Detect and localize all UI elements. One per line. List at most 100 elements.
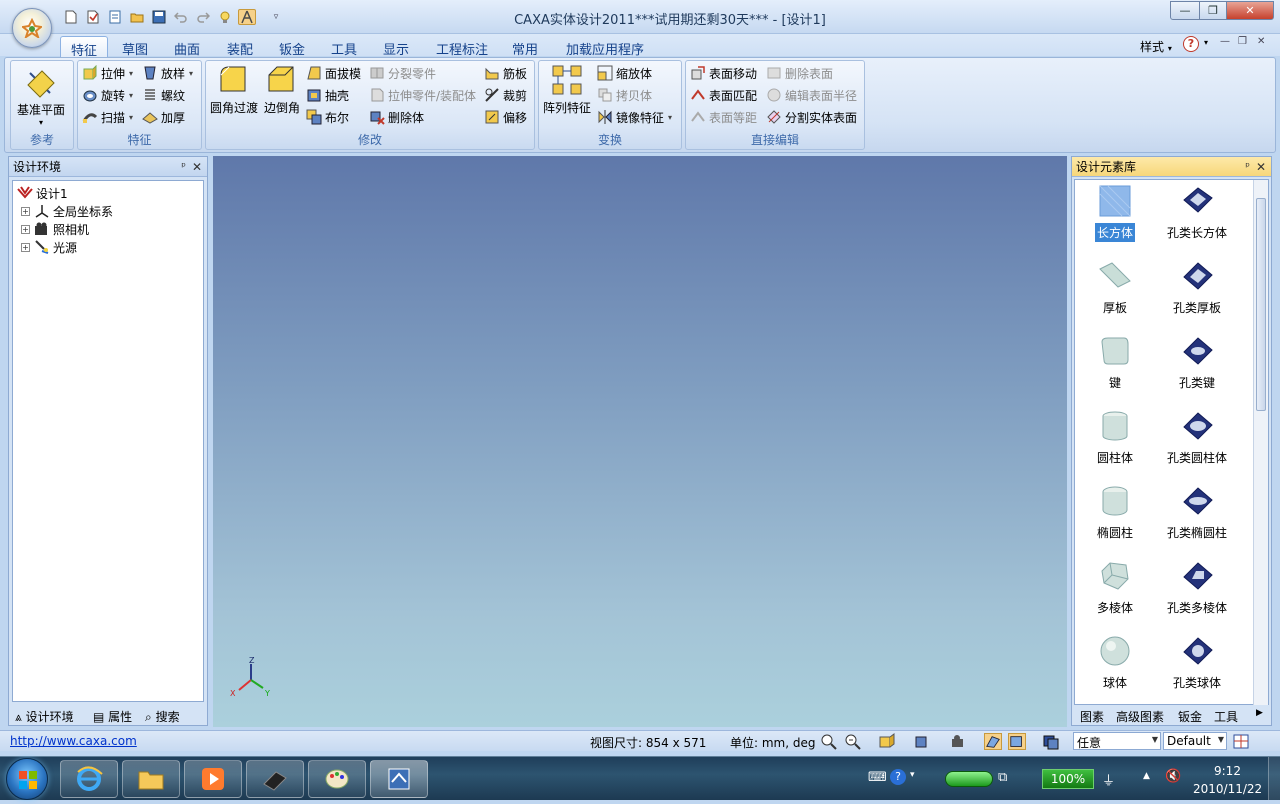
tab-search[interactable]: ⌕ 搜索 — [145, 708, 180, 725]
element-key[interactable]: 键 — [1075, 334, 1155, 392]
display-mode-icon[interactable] — [1008, 733, 1026, 750]
element-hole-cuboid[interactable]: 孔类长方体 — [1147, 184, 1247, 242]
element-hole-key[interactable]: 孔类键 — [1147, 334, 1247, 392]
design-environment-icon[interactable] — [238, 9, 256, 25]
pattern-feature-button[interactable]: 阵列特征 — [543, 63, 591, 116]
fillet-button[interactable]: 圆角过渡 — [210, 63, 258, 116]
base-plane-button[interactable]: 基准平面 ▾ — [17, 65, 65, 127]
undo-icon[interactable] — [172, 9, 190, 25]
website-link[interactable]: http://www.caxa.com — [10, 734, 137, 748]
copy-body-button[interactable]: 拷贝体 — [597, 85, 652, 105]
revolve-button[interactable]: 旋转 ▾ — [82, 85, 133, 105]
style-select[interactable]: Default ▼ — [1163, 732, 1227, 750]
clock-date[interactable]: 2010/11/22 — [1193, 782, 1262, 796]
start-button[interactable] — [6, 758, 48, 800]
split-part-button[interactable]: 分裂零件 — [369, 63, 436, 83]
network-share-icon[interactable]: ⧉ — [998, 770, 1007, 785]
view-orientation-icon[interactable] — [878, 733, 896, 750]
taskbar-explorer[interactable] — [122, 760, 180, 798]
tab-feature[interactable]: 特征 — [60, 36, 109, 59]
scrollbar-thumb[interactable] — [1256, 198, 1266, 411]
save-icon[interactable] — [150, 9, 168, 25]
render-mode-icon[interactable] — [984, 733, 1002, 750]
edit-face-radius-button[interactable]: 编辑表面半径 — [766, 85, 857, 105]
help-icon[interactable]: ? — [1183, 36, 1199, 52]
tray-dropdown[interactable]: ▾ — [910, 770, 915, 780]
draft-button[interactable]: 面拔模 — [306, 63, 361, 83]
element-sphere[interactable]: 球体 — [1075, 634, 1155, 692]
keyboard-icon[interactable]: ⌨ — [868, 770, 887, 785]
sweep-button[interactable]: 扫描 ▾ — [82, 107, 133, 127]
volume-muted-icon[interactable]: 🔇 — [1165, 769, 1181, 784]
tab-surface[interactable]: 曲面 — [164, 36, 210, 58]
element-library-scrollbar[interactable] — [1253, 180, 1268, 705]
selection-filter-select[interactable]: 任意 ▼ — [1073, 732, 1161, 750]
element-hole-prism[interactable]: 孔类多棱体 — [1147, 559, 1247, 617]
tab-tools[interactable]: 工具 — [321, 36, 367, 58]
tab-design-environment[interactable]: ⩓ 设计环境 — [15, 708, 74, 725]
tab-engineering-annotation[interactable]: 工程标注 — [426, 36, 498, 58]
new-template-icon[interactable] — [84, 9, 102, 25]
element-hole-cylinder[interactable]: 孔类圆柱体 — [1147, 409, 1247, 467]
tab-display[interactable]: 显示 — [373, 36, 419, 58]
extrude-part-button[interactable]: 拉伸零件/装配体 — [369, 85, 476, 105]
mirror-feature-button[interactable]: 镜像特征 ▾ — [597, 107, 672, 127]
tab-assembly[interactable]: 装配 — [217, 36, 263, 58]
delete-body-button[interactable]: 删除体 — [369, 107, 424, 127]
tab-sheet-metal[interactable]: 钣金 — [269, 36, 315, 58]
quick-access-dropdown[interactable]: ▿ — [268, 9, 284, 25]
thread-button[interactable]: 螺纹 — [142, 85, 185, 105]
inner-minimize-button[interactable]: — — [1220, 36, 1230, 47]
element-plate[interactable]: 厚板 — [1075, 259, 1155, 317]
tab-load-applications[interactable]: 加载应用程序 — [556, 36, 654, 58]
tab-properties[interactable]: ▤ 属性 — [93, 708, 132, 725]
element-cylinder[interactable]: 圆柱体 — [1075, 409, 1155, 467]
offset-button[interactable]: 偏移 — [484, 107, 527, 127]
taskbar-ie[interactable] — [60, 760, 118, 798]
show-desktop-button[interactable] — [1268, 757, 1280, 800]
taskbar-caxa[interactable] — [370, 760, 428, 798]
tab-scroll-right-icon[interactable]: ▶ — [1256, 708, 1263, 718]
loft-button[interactable]: 放样 ▾ — [142, 63, 193, 83]
tab-tools-library[interactable]: 工具 — [1214, 708, 1238, 725]
close-button[interactable]: ✕ — [1226, 1, 1274, 20]
boolean-button[interactable]: 布尔 — [306, 107, 349, 127]
inner-close-button[interactable]: ✕ — [1257, 36, 1265, 47]
tab-sheet-metal-library[interactable]: 钣金 — [1178, 708, 1202, 725]
pin-icon[interactable]: ᵖ — [181, 160, 186, 173]
taskbar-media-player[interactable] — [184, 760, 242, 798]
style-menu[interactable]: 样式 ▾ — [1140, 38, 1172, 55]
delete-face-button[interactable]: 删除表面 — [766, 63, 833, 83]
tab-primitives[interactable]: 图素 — [1080, 708, 1104, 725]
split-face-button[interactable]: 分割实体表面 — [766, 107, 857, 127]
element-elliptic-cylinder[interactable]: 椭圆柱 — [1075, 484, 1155, 542]
document-icon[interactable] — [106, 9, 124, 25]
taskbar-paint[interactable] — [308, 760, 366, 798]
taskbar-app[interactable] — [246, 760, 304, 798]
scale-body-button[interactable]: 缩放体 — [597, 63, 652, 83]
panel-close-icon[interactable]: ✕ — [192, 160, 202, 174]
grid-settings-icon[interactable] — [1232, 733, 1250, 750]
help-tray-icon[interactable]: ? — [890, 769, 906, 785]
tree-item-camera[interactable]: + 照相机 — [21, 220, 89, 238]
show-hidden-icons[interactable]: ▲ — [1143, 771, 1150, 781]
panel-close-icon[interactable]: ✕ — [1256, 160, 1266, 174]
element-cuboid[interactable]: 长方体 — [1075, 184, 1155, 242]
section-view-icon[interactable] — [1042, 733, 1060, 750]
match-face-button[interactable]: 表面匹配 — [690, 85, 757, 105]
3d-viewport[interactable]: Z X Y — [213, 156, 1067, 727]
tree-item-global-coordinate[interactable]: + 全局坐标系 — [21, 202, 113, 220]
help-dropdown[interactable]: ▾ — [1204, 38, 1208, 47]
expand-toggle[interactable]: + — [21, 224, 30, 234]
clock-time[interactable]: 9:12 — [1214, 764, 1241, 778]
inner-restore-button[interactable]: ❐ — [1238, 36, 1247, 47]
application-menu-button[interactable] — [12, 8, 52, 48]
element-hole-plate[interactable]: 孔类厚板 — [1147, 259, 1247, 317]
chamfer-button[interactable]: 边倒角 — [264, 63, 300, 116]
expand-toggle[interactable]: + — [21, 242, 30, 252]
light-bulb-icon[interactable] — [216, 9, 234, 25]
tab-common[interactable]: 常用 — [502, 36, 548, 58]
tab-sketch[interactable]: 草图 — [112, 36, 158, 58]
redo-icon[interactable] — [194, 9, 212, 25]
camera-view-icon[interactable] — [950, 733, 968, 750]
